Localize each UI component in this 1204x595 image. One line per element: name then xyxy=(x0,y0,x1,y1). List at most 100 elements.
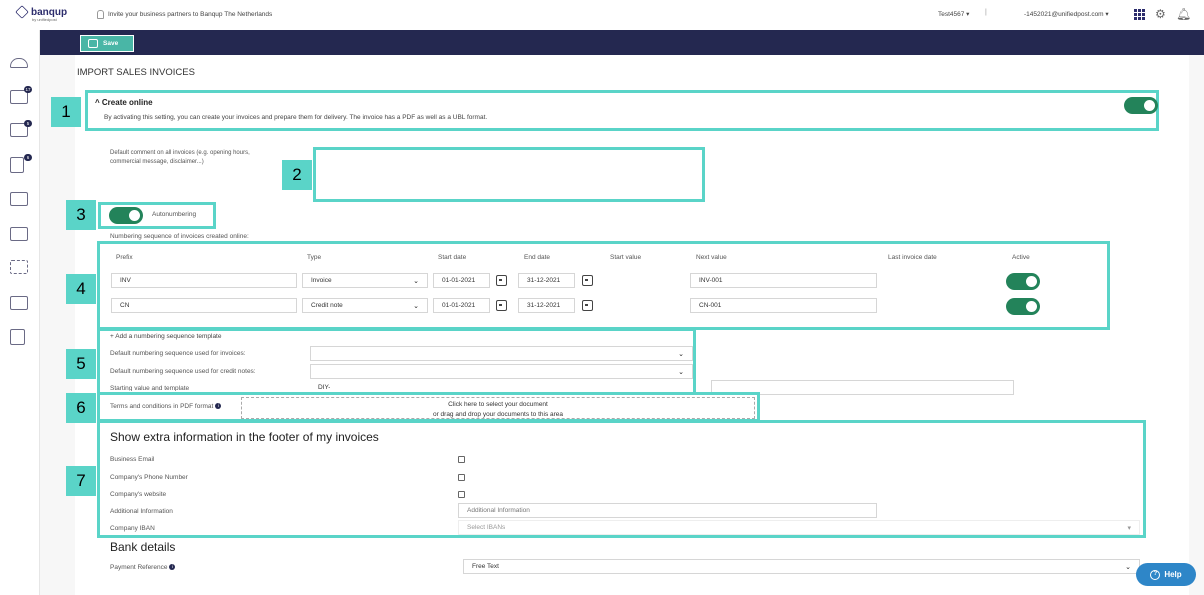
payment-reference-label: Payment Reference i xyxy=(110,564,176,571)
autonumbering-toggle[interactable] xyxy=(109,207,143,224)
row-active-toggle[interactable] xyxy=(1006,273,1040,290)
export-icon[interactable] xyxy=(10,329,25,345)
create-online-description: By activating this setting, you can crea… xyxy=(104,114,488,121)
header-active: Active xyxy=(1012,254,1030,261)
iban-label: Company IBAN xyxy=(110,525,155,532)
chevron-down-icon: ⌄ xyxy=(678,368,684,376)
messages-icon[interactable] xyxy=(10,227,28,241)
calendar-icon[interactable] xyxy=(582,275,593,286)
next-value-input[interactable]: INV-001 xyxy=(690,273,877,288)
business-email-checkbox[interactable] xyxy=(458,456,465,463)
create-online-title-text: Create online xyxy=(101,98,153,107)
add-numbering-template-link[interactable]: + Add a numbering sequence template xyxy=(110,333,221,340)
callout-1: 1 xyxy=(51,97,81,127)
iban-select-placeholder: Select IBANs xyxy=(467,524,506,531)
folder-search-icon[interactable] xyxy=(10,192,28,206)
terms-dropzone[interactable]: Click here to select your document or dr… xyxy=(241,397,755,419)
settings-gear-icon[interactable]: ⚙ xyxy=(1155,8,1166,20)
caret-down-icon: ▾ xyxy=(1127,524,1131,532)
documents-icon[interactable] xyxy=(10,157,24,173)
calendar-icon[interactable] xyxy=(496,275,507,286)
type-select[interactable]: Credit note ⌄ xyxy=(302,298,428,313)
company-selector[interactable]: Test4567 ▾ xyxy=(938,10,969,18)
row-active-toggle[interactable] xyxy=(1006,298,1040,315)
payment-reference-select[interactable]: Free Text ⌄ xyxy=(463,559,1140,574)
autonumbering-label: Autonumbering xyxy=(152,211,197,218)
chevron-down-icon: ⌄ xyxy=(413,277,419,285)
invite-partners-link[interactable]: Invite your business partners to Banqup … xyxy=(97,10,272,19)
topbar-separator: | xyxy=(985,9,987,16)
type-select-value: Credit note xyxy=(311,302,343,309)
save-button[interactable]: Save xyxy=(80,35,134,52)
highlight-create-online xyxy=(85,90,1159,131)
calendar-icon[interactable] xyxy=(582,300,593,311)
type-select[interactable]: Invoice ⌄ xyxy=(302,273,428,288)
default-comment-label-1: Default comment on all invoices (e.g. op… xyxy=(110,150,250,156)
apps-icon[interactable] xyxy=(10,260,28,274)
header-last-invoice-date: Last invoice date xyxy=(888,254,937,261)
left-sidebar: 17 5 6 xyxy=(0,30,40,595)
additional-info-input[interactable]: Additional Information xyxy=(458,503,877,518)
payment-reference-label-text: Payment Reference xyxy=(110,564,168,571)
end-date-input[interactable]: 31-12-2021 xyxy=(518,298,575,313)
header-start-value: Start value xyxy=(610,254,642,261)
folder-icon[interactable] xyxy=(10,296,28,310)
terms-label: Terms and conditions in PDF format i xyxy=(110,403,222,410)
logo-wordmark: banqup xyxy=(31,6,68,18)
callout-6: 6 xyxy=(66,393,96,423)
start-date-input[interactable]: 01-01-2021 xyxy=(433,298,490,313)
footer-info-heading: Show extra information in the footer of … xyxy=(110,430,379,444)
save-button-label: Save xyxy=(103,40,119,47)
additional-info-label: Additional Information xyxy=(110,508,173,515)
type-select-value: Invoice xyxy=(311,277,332,284)
start-date-input[interactable]: 01-01-2021 xyxy=(433,273,490,288)
apps-grid-icon[interactable] xyxy=(1134,9,1146,20)
iban-select[interactable]: Select IBANs ▾ xyxy=(458,520,1140,535)
header-end-date: End date xyxy=(524,254,551,261)
page-title: IMPORT SALES INVOICES xyxy=(77,67,195,78)
dashboard-gauge-icon[interactable] xyxy=(10,58,28,68)
credit-notes-sequence-label: Default numbering sequence used for cred… xyxy=(110,368,256,375)
dropzone-line-1: Click here to select your document xyxy=(448,401,548,408)
invoices-sequence-select[interactable]: ⌄ xyxy=(310,346,693,361)
logo-subtitle: by unifiedpost xyxy=(32,17,57,22)
invoices-sequence-label: Default numbering sequence used for invo… xyxy=(110,350,246,357)
website-checkbox[interactable] xyxy=(458,491,465,498)
credit-notes-sequence-select[interactable]: ⌄ xyxy=(310,364,693,379)
callout-4: 4 xyxy=(66,274,96,304)
end-date-input[interactable]: 31-12-2021 xyxy=(518,273,575,288)
terms-label-text: Terms and conditions in PDF format xyxy=(110,403,214,410)
phone-checkbox[interactable] xyxy=(458,474,465,481)
info-icon[interactable]: i xyxy=(215,403,222,410)
save-icon xyxy=(88,39,98,48)
banqup-logo[interactable]: banqup by unifiedpost xyxy=(15,5,68,22)
notifications-bell-icon[interactable]: 🔔︎ xyxy=(1176,8,1191,20)
start-value-input[interactable]: DIY- xyxy=(318,384,330,391)
start-value-label: Starting value and template xyxy=(110,385,190,391)
callout-5: 5 xyxy=(66,349,96,379)
payment-reference-value: Free Text xyxy=(472,563,499,570)
help-button-label: Help xyxy=(1164,570,1182,579)
header-start-date: Start date xyxy=(438,254,467,261)
calendar-icon[interactable] xyxy=(496,300,507,311)
action-bar xyxy=(40,30,1204,55)
info-icon[interactable]: i xyxy=(169,564,176,571)
user-menu[interactable]: -1452021@unifiedpost.com ▾ xyxy=(1024,10,1109,18)
callout-3: 3 xyxy=(66,200,96,230)
top-bar: banqup by unifiedpost Invite your busine… xyxy=(0,0,1204,30)
prefix-input[interactable]: INV xyxy=(111,273,297,288)
next-value-input[interactable]: CN-001 xyxy=(690,298,877,313)
business-email-label: Business Email xyxy=(110,456,155,463)
header-next-value: Next value xyxy=(696,254,727,261)
create-online-title[interactable]: ^ Create online xyxy=(95,98,153,107)
prefix-input[interactable]: CN xyxy=(111,298,297,313)
logo-mark-icon xyxy=(15,5,29,19)
chevron-up-icon: ^ xyxy=(95,98,100,107)
header-prefix: Prefix xyxy=(116,254,133,261)
header-type: Type xyxy=(307,254,322,261)
create-online-toggle[interactable] xyxy=(1124,97,1158,114)
inbox-count-badge: 17 xyxy=(24,86,32,93)
help-button[interactable]: ? Help xyxy=(1136,563,1196,586)
documents-count-badge: 6 xyxy=(24,154,32,161)
default-comment-textarea[interactable] xyxy=(318,152,700,197)
